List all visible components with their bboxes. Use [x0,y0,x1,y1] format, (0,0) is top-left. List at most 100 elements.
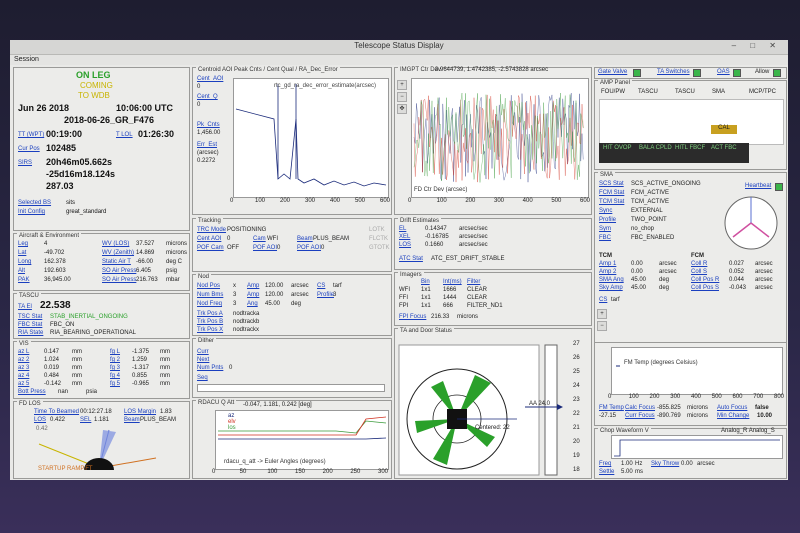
centroid-side-label[interactable]: Cent_Q [197,94,218,100]
vis-cell[interactable]: fg L [110,349,120,355]
fm-temp-label[interactable]: FM Temp [599,405,624,411]
nod-cell[interactable]: Profile [317,292,334,298]
tt-label[interactable]: TT (WPT) [18,132,44,138]
vis-cell[interactable]: fg 3 [110,365,120,371]
imgpt-plot[interactable]: FD Ctr Dev (arcsec) [411,78,589,198]
init-config-label[interactable]: Init Config [18,209,45,215]
beam-label[interactable]: Beam [124,417,140,423]
nod-cell[interactable]: CS [317,283,325,289]
nod-cell[interactable]: Amp [247,283,259,289]
aircraft-cell[interactable]: Lat [18,250,26,256]
vis-cell[interactable]: az 4 [18,373,29,379]
curr-focus-label[interactable]: Curr Focus [625,413,655,419]
fm-zoom-out-icon[interactable]: − [597,321,607,331]
tsc-label[interactable]: TSC Stat [18,314,42,320]
imagers-head-cell[interactable]: Int(ms) [443,279,462,285]
fm-temp-plot[interactable]: FM Temp (degrees Celsius) [611,347,783,395]
dither-seq-label[interactable]: Seq [197,375,208,381]
menu-session[interactable]: Session [14,56,39,63]
nod-cell[interactable]: Num Bms [197,292,223,298]
ta-el-label[interactable]: TA El [18,304,32,310]
tcm-label[interactable]: Amp 1 [599,261,616,267]
dither-curr-label[interactable]: Curr [197,349,209,355]
fm-zoom-in-icon[interactable]: + [597,309,607,319]
trc-mode-label[interactable]: TRC Mode [197,227,226,233]
nod-track-label[interactable]: Trk Pos X [197,327,223,333]
aircraft-cell[interactable]: Static Air T [102,259,131,265]
nod-cell[interactable]: Amp [247,292,259,298]
pof-aoi-label[interactable]: POF AOI [253,245,277,251]
gate-valve-label[interactable]: Gate Valve [598,69,627,75]
vis-cell[interactable]: az 2 [18,357,29,363]
sma-label[interactable]: Sync [599,208,612,214]
pof-aoi2-label[interactable]: POF AOI [297,245,321,251]
fbc-label[interactable]: FBC Stat [18,322,42,328]
sma-label[interactable]: TCM Stat [599,199,624,205]
los-margin-label[interactable]: LOS Margin [124,409,156,415]
zoom-out-icon[interactable]: − [397,92,407,102]
cam-label[interactable]: Cam [253,236,266,242]
los-label[interactable]: LOS [34,417,46,423]
aircraft-cell[interactable]: SO Air Press [102,268,136,274]
auto-focus-label[interactable]: Auto Focus [717,405,747,411]
nod-cell[interactable]: Ang [247,301,258,307]
vis-cell[interactable]: az 5 [18,381,29,387]
aircraft-cell[interactable]: WV (LOS) [102,241,129,247]
nod-track-label[interactable]: Trk Pos A [197,311,223,317]
sma-label[interactable]: Sym [599,226,611,232]
zoom-in-icon[interactable]: + [397,80,407,90]
ria-label[interactable]: RIA State [18,330,43,336]
chop-plot[interactable] [611,435,783,459]
aircraft-cell[interactable]: SO Air Press [102,277,136,283]
atc-stat-label[interactable]: ATC Stat [399,256,423,262]
heartbeat-label[interactable]: Heartbeat [745,183,771,189]
tlol-label[interactable]: T LOL [116,132,133,138]
vis-cell[interactable]: fg 4 [110,373,120,379]
sma-label[interactable]: FCM Stat [599,190,624,196]
fcm-label[interactable]: Coll R [691,261,707,267]
oas-label[interactable]: OAS [717,69,730,75]
freq-label[interactable]: Freq [599,461,611,467]
tracking-beam-label[interactable]: Beam [297,236,313,242]
imagers-head-cell[interactable]: Filter [467,279,480,285]
aircraft-cell[interactable]: Alt [18,268,25,274]
dither-seq-slider[interactable] [197,384,385,392]
aircraft-cell[interactable]: Long [18,259,31,265]
centroid-side-label[interactable]: Err_Est [197,142,217,148]
sel-label[interactable]: SEL [80,417,91,423]
tcm-label[interactable]: Sky Amp [599,285,623,291]
vis-cell[interactable]: fg 5 [110,381,120,387]
ta-switches-label[interactable]: TA Switches [657,69,690,75]
selected-bs-label[interactable]: Selected BS [18,200,51,206]
curpos-label[interactable]: Cur Pos [18,146,40,152]
nod-cell[interactable]: Nod Pos [197,283,220,289]
min-change-label[interactable]: Min Change [717,413,749,419]
pof-cam-label[interactable]: POF Cam [197,245,224,251]
fcm-label[interactable]: Coll Pos R [691,277,719,283]
fcm-label[interactable]: Coll Pos S [691,285,719,291]
drift-label[interactable]: XEL [399,234,410,240]
vis-cell[interactable]: az 3 [18,365,29,371]
sma-label[interactable]: Profile [599,217,616,223]
drift-label[interactable]: EL [399,226,406,232]
window-controls[interactable]: – □ ✕ [732,41,782,50]
bott-press-label[interactable]: Bott Press [18,389,46,395]
sma-label[interactable]: SCS Stat [599,181,624,187]
cal-cell[interactable]: CAL [711,125,737,134]
time-to-beamed-label[interactable]: Time To Beamed [34,409,79,415]
tcm-label[interactable]: Amp 2 [599,269,616,275]
nod-cell[interactable]: Nod Freq [197,301,222,307]
sirs-label[interactable]: SIRS [18,160,32,166]
tcm-label[interactable]: SMA Ang [599,277,624,283]
drift-label[interactable]: LOS [399,242,411,248]
centroid-side-label[interactable]: Pk_Cnts [197,122,220,128]
centroid-plot[interactable]: rtc_gd_ra_dec_error_estimate(arcsec) [233,78,389,198]
rdacu-plot[interactable]: az elv los rdacu_q_att -> Euler Angles (… [215,410,389,470]
settle-label[interactable]: Settle [599,469,614,475]
cent-aoi-label[interactable]: Cent AOI [197,236,221,242]
sky-throw-label[interactable]: Sky Throw [651,461,679,467]
pan-icon[interactable]: ✥ [397,104,407,114]
dither-next-label[interactable]: Next [197,357,209,363]
dither-num-label[interactable]: Num Pnts [197,365,223,371]
imagers-head-cell[interactable]: Bin [421,279,430,285]
